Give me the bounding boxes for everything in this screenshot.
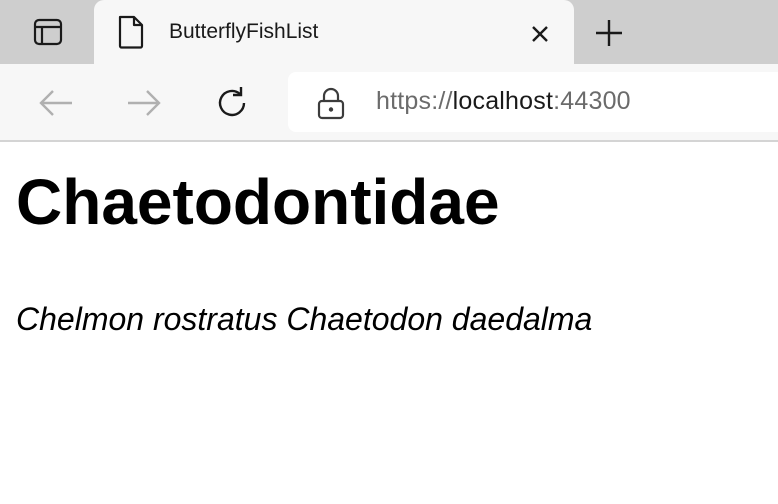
page-icon xyxy=(118,15,144,49)
forward-arrow-icon xyxy=(128,90,161,116)
back-button[interactable] xyxy=(33,80,79,126)
tab-actions-icon xyxy=(33,18,63,46)
close-tab-button[interactable] xyxy=(522,16,558,52)
url-text[interactable]: https://localhost:44300 xyxy=(376,87,631,116)
plus-icon xyxy=(596,20,622,46)
refresh-icon xyxy=(218,87,246,117)
page-heading: Chaetodontidae xyxy=(16,166,500,238)
new-tab-button[interactable] xyxy=(588,12,630,54)
forward-button[interactable] xyxy=(121,80,167,126)
tab-strip: ButterflyFishList xyxy=(0,0,778,66)
url-host: localhost xyxy=(452,87,554,115)
url-port: :44300 xyxy=(553,87,631,115)
browser-toolbar: https://localhost:44300 xyxy=(0,64,778,142)
refresh-button[interactable] xyxy=(209,80,255,126)
close-icon xyxy=(532,26,548,42)
page-content: Chaetodontidae Chelmon rostratus Chaetod… xyxy=(0,142,778,504)
lock-icon[interactable] xyxy=(316,86,346,120)
address-bar[interactable]: https://localhost:44300 xyxy=(288,72,778,132)
url-scheme: https:// xyxy=(376,87,453,115)
back-arrow-icon xyxy=(39,90,72,116)
species-list: Chelmon rostratus Chaetodon daedalma xyxy=(16,301,593,337)
tab-actions-button[interactable] xyxy=(14,10,82,54)
active-tab[interactable]: ButterflyFishList xyxy=(94,0,574,66)
tab-title: ButterflyFishList xyxy=(169,20,319,43)
